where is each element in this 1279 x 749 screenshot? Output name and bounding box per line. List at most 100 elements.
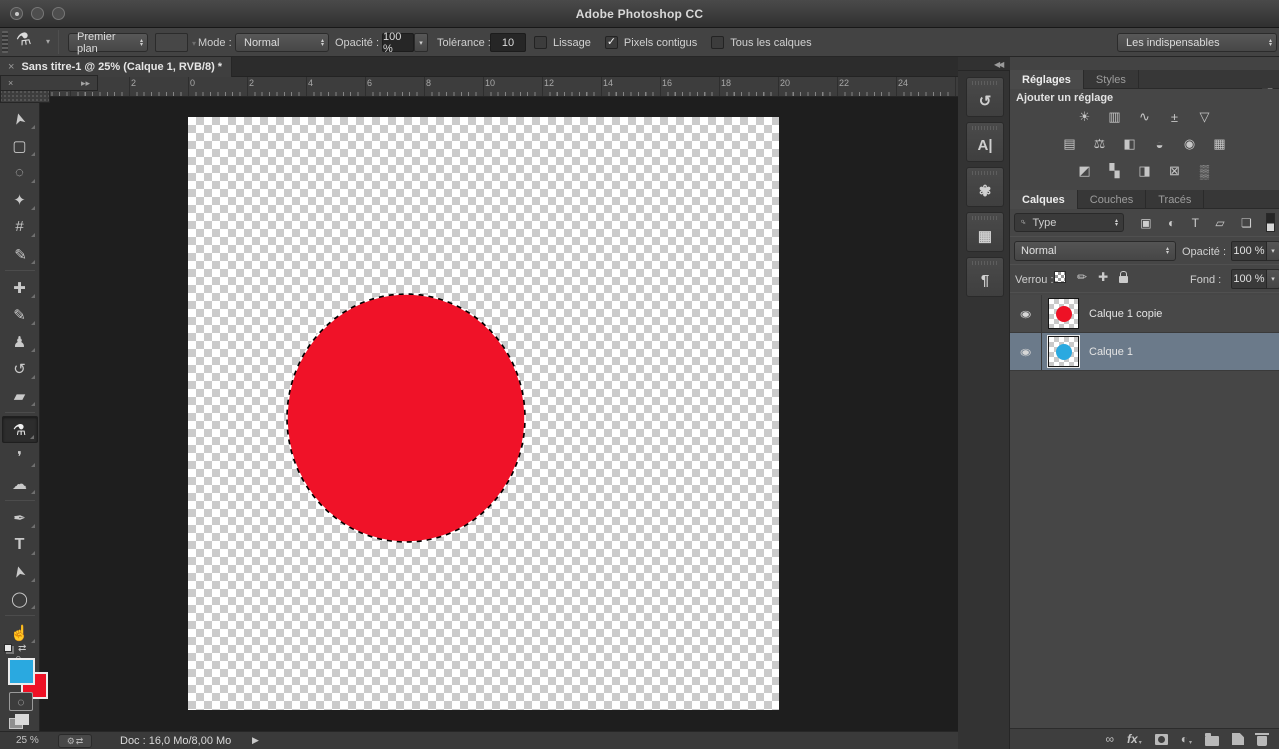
layer-filter-toggle[interactable]: [1266, 213, 1275, 232]
tool-spot-healing[interactable]: ✚: [2, 274, 38, 301]
opacity-field[interactable]: 100 %: [382, 33, 414, 52]
tab-styles[interactable]: Styles: [1084, 70, 1139, 89]
tool-brush[interactable]: ✎: [2, 301, 38, 328]
layer-thumbnail[interactable]: [1048, 298, 1079, 329]
tab-traces[interactable]: Tracés: [1146, 190, 1204, 209]
collapse-strip-icon[interactable]: ◀◀: [994, 60, 1002, 69]
default-swap-colors[interactable]: ⇄: [4, 641, 38, 655]
screen-mode-button[interactable]: [9, 714, 33, 732]
filter-adjustment-icon[interactable]: ◐: [1168, 216, 1175, 230]
tool-clone-stamp[interactable]: ♟: [2, 328, 38, 355]
visibility-cell[interactable]: ◉: [1010, 295, 1042, 333]
foreground-color-swatch[interactable]: [8, 658, 35, 685]
tool-magic-wand[interactable]: ✦: [2, 186, 38, 213]
black-white-adjustment-icon[interactable]: ◧: [1120, 136, 1139, 152]
channel-mixer-adjustment-icon[interactable]: ◉: [1180, 136, 1199, 152]
eye-icon[interactable]: ◉: [1020, 308, 1031, 320]
tools-panel-header[interactable]: × ▸▸: [0, 75, 98, 91]
tool-type[interactable]: T: [2, 531, 38, 558]
checkbox-icon[interactable]: [534, 36, 547, 49]
photo-filter-adjustment-icon[interactable]: ◒: [1150, 136, 1169, 152]
add-mask-icon[interactable]: [1155, 734, 1168, 745]
panel-button-character[interactable]: A|: [966, 122, 1004, 162]
close-panel-icon[interactable]: ×: [8, 78, 13, 88]
tool-eraser[interactable]: ▰: [2, 382, 38, 409]
delete-layer-icon[interactable]: [1257, 733, 1267, 746]
lock-transparency-icon[interactable]: [1054, 271, 1066, 283]
tool-crop[interactable]: #: [2, 213, 38, 240]
paint-bucket-icon[interactable]: ⚗: [15, 29, 33, 51]
new-group-icon[interactable]: [1205, 733, 1219, 746]
default-colors-icon[interactable]: [4, 644, 12, 652]
layer-opacity-field[interactable]: 100 %: [1231, 241, 1267, 261]
color-balance-adjustment-icon[interactable]: ⚖: [1090, 136, 1109, 152]
invert-adjustment-icon[interactable]: ◩: [1075, 163, 1094, 179]
lock-pixels-icon[interactable]: ✏: [1077, 270, 1087, 284]
layer-thumbnail[interactable]: [1048, 336, 1079, 367]
close-tab-icon[interactable]: ×: [8, 61, 14, 73]
tool-rectangular-marquee[interactable]: ▢: [2, 132, 38, 159]
tab-calques[interactable]: Calques: [1010, 190, 1078, 209]
close-window-icon[interactable]: [10, 7, 23, 20]
layer-row[interactable]: ◉Calque 1 copie: [1010, 295, 1279, 333]
collapse-panel-icon[interactable]: ▸▸: [81, 78, 90, 89]
brightness-contrast-adjustment-icon[interactable]: ☀: [1075, 109, 1094, 125]
tool-blur[interactable]: ❜: [2, 443, 38, 470]
quick-mask-button[interactable]: ◌: [9, 692, 33, 711]
canvas[interactable]: [188, 117, 779, 710]
vibrance-adjustment-icon[interactable]: ▽: [1195, 109, 1214, 125]
lock-position-icon[interactable]: ✚: [1098, 270, 1108, 284]
horizontal-ruler[interactable]: 42024681012141618202224: [40, 77, 958, 97]
add-adjustment-layer-icon[interactable]: ◐▾: [1181, 732, 1192, 746]
tool-paint-bucket[interactable]: ⚗: [2, 416, 38, 443]
tool-pen[interactable]: ✒: [2, 504, 38, 531]
threshold-adjustment-icon[interactable]: ◨: [1135, 163, 1154, 179]
levels-adjustment-icon[interactable]: ▥: [1105, 109, 1124, 125]
checkbox-icon[interactable]: ✓: [605, 36, 618, 49]
checkbox-tous-les-calques[interactable]: Tous les calques: [711, 36, 811, 49]
document-tab[interactable]: × Sans titre-1 @ 25% (Calque 1, RVB/8) *: [0, 57, 232, 77]
checkbox-pixels-contigus[interactable]: ✓Pixels contigus: [605, 36, 697, 49]
tool-history-brush[interactable]: ↺: [2, 355, 38, 382]
layer-fill-field[interactable]: 100 %: [1231, 269, 1267, 289]
selective-color-adjustment-icon[interactable]: ⊠: [1165, 163, 1184, 179]
color-lookup-adjustment-icon[interactable]: ▦: [1210, 136, 1229, 152]
filter-type-icon[interactable]: T: [1192, 216, 1199, 230]
layer-style-button[interactable]: fx▾: [1127, 732, 1142, 746]
workspace-dropdown[interactable]: Les indispensables ▴▾: [1117, 33, 1277, 52]
blend-mode-dropdown[interactable]: Normal ▴▾: [1014, 241, 1176, 261]
filter-smart-object-icon[interactable]: ❏: [1241, 216, 1252, 230]
fill-caret-icon[interactable]: ▾: [1267, 269, 1279, 289]
layer-filter-dropdown[interactable]: ♀ Type ▴▾: [1014, 213, 1124, 232]
panel-button-color[interactable]: ✾: [966, 167, 1004, 207]
posterize-adjustment-icon[interactable]: ▚: [1105, 163, 1124, 179]
tool-preset-caret-icon[interactable]: ▾: [46, 37, 50, 46]
exposure-adjustment-icon[interactable]: ±: [1165, 109, 1184, 125]
minimize-window-icon[interactable]: [31, 7, 44, 20]
fill-source-dropdown[interactable]: Premier plan ▴▾: [68, 33, 148, 52]
tool-path-selection[interactable]: ➤: [2, 558, 38, 585]
tool-ellipse[interactable]: ◯: [2, 585, 38, 612]
zoom-window-icon[interactable]: [52, 7, 65, 20]
filter-shape-icon[interactable]: ▱: [1215, 216, 1224, 230]
status-flyout-icon[interactable]: ▶: [252, 735, 259, 746]
tools-panel-grip[interactable]: [0, 91, 50, 103]
status-options-button[interactable]: ⚙ ⇄: [58, 734, 92, 748]
tool-lasso[interactable]: ◌: [2, 159, 38, 186]
curves-adjustment-icon[interactable]: ∿: [1135, 109, 1154, 125]
eye-icon[interactable]: ◉: [1020, 346, 1031, 358]
opacity-caret-icon[interactable]: ▾: [1267, 241, 1279, 261]
pattern-swatch[interactable]: [155, 33, 188, 52]
tab-reglages[interactable]: Réglages: [1010, 70, 1084, 89]
filter-image-icon[interactable]: ▣: [1140, 216, 1151, 230]
zoom-level-field[interactable]: 25 %: [16, 735, 39, 746]
panel-button-history[interactable]: ↺: [966, 77, 1004, 117]
checkbox-lissage[interactable]: Lissage: [534, 36, 591, 49]
swap-colors-icon[interactable]: ⇄: [18, 643, 26, 654]
tolerance-field[interactable]: 10: [490, 33, 526, 52]
tool-move[interactable]: ➤: [2, 105, 38, 132]
new-layer-icon[interactable]: [1232, 733, 1244, 745]
panel-button-swatches[interactable]: ▦: [966, 212, 1004, 252]
link-layers-icon[interactable]: ∞: [1105, 732, 1114, 746]
hue-saturation-adjustment-icon[interactable]: ▤: [1060, 136, 1079, 152]
